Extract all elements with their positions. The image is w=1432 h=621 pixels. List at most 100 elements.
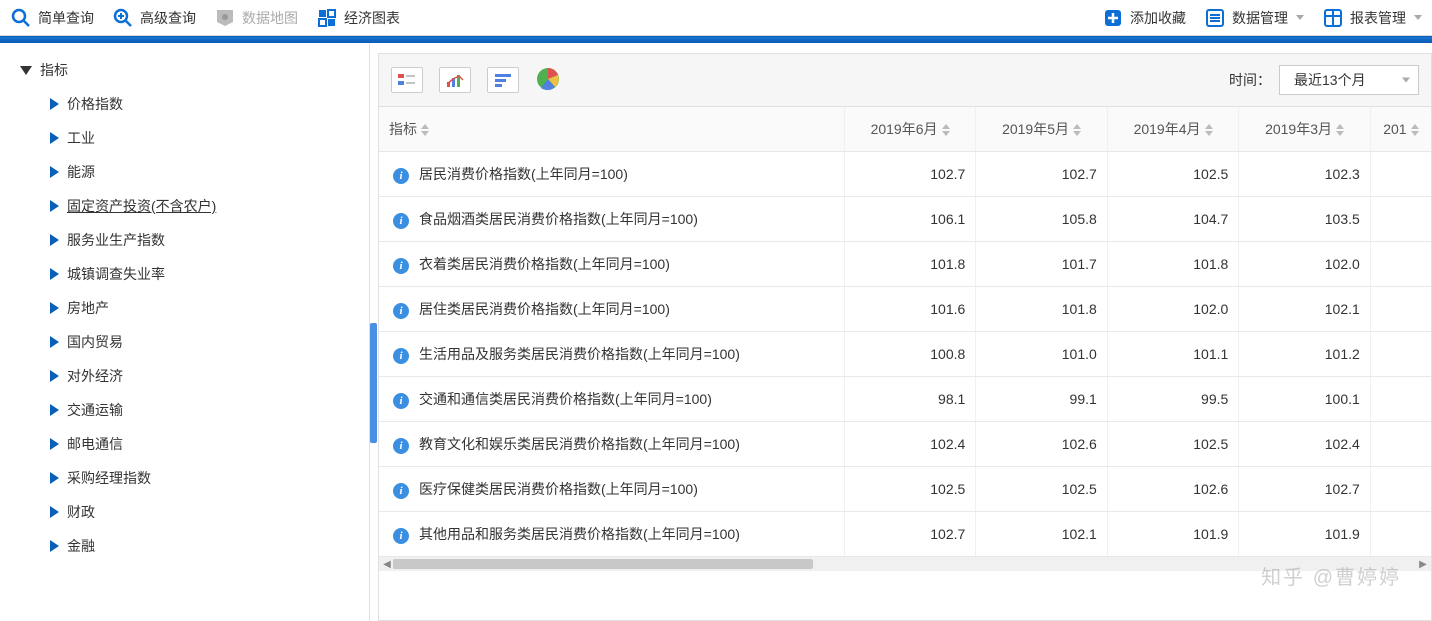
time-range-select[interactable]: 最近13个月 [1279,65,1419,95]
column-header[interactable]: 指标 [379,107,844,152]
pie-chart-button[interactable] [535,66,561,95]
info-icon[interactable]: i [393,213,409,229]
column-header[interactable]: 2019年6月 [844,107,976,152]
tree-item-label: 城镇调查失业率 [67,264,165,284]
tree-item[interactable]: 房地产 [50,291,369,325]
toolbar-econ-chart[interactable]: 经济图表 [316,7,400,29]
sort-icon [942,124,950,136]
info-icon[interactable]: i [393,303,409,319]
value-cell: 101.9 [1107,512,1239,557]
tree-item[interactable]: 固定资产投资(不含农户) [50,189,369,223]
tree-item[interactable]: 工业 [50,121,369,155]
indicator-cell[interactable]: i居住类居民消费价格指数(上年同月=100) [379,287,844,332]
plus-icon [1102,7,1124,29]
value-cell [1370,467,1431,512]
sort-icon [1336,124,1344,136]
indicator-cell[interactable]: i 教育文化和娱乐类居民消费价格指数(上年同月=100) [379,422,844,467]
tree-item[interactable]: 采购经理指数 [50,461,369,495]
table-row: i食品烟酒类居民消费价格指数(上年同月=100)106.1105.8104.71… [379,197,1431,242]
value-cell: 102.6 [1107,467,1239,512]
column-header[interactable]: 201 [1370,107,1431,152]
tree-item[interactable]: 金融 [50,529,369,563]
data-table-wrap: 指标 2019年6月 2019年5月2019年4月2019年3月201 i居民消费价… [378,107,1432,621]
value-cell: 105.8 [976,197,1108,242]
expand-icon [50,472,59,484]
top-toolbar: 简单查询 高级查询数据地图经济图表 添加收藏数据管理报表管理 [0,0,1432,36]
toolbar-report-mgmt[interactable]: 报表管理 [1322,7,1422,29]
column-header[interactable]: 2019年5月 [976,107,1108,152]
value-cell: 102.0 [1239,242,1371,287]
value-cell [1370,152,1431,197]
indicator-cell[interactable]: i衣着类居民消费价格指数(上年同月=100) [379,242,844,287]
search-icon [10,7,32,29]
tree-item-label: 财政 [67,502,95,522]
info-icon[interactable]: i [393,348,409,364]
toolbar-add-fav[interactable]: 添加收藏 [1102,7,1186,29]
column-header[interactable]: 2019年3月 [1239,107,1371,152]
tree-item[interactable]: 对外经济 [50,359,369,393]
info-icon[interactable]: i [393,168,409,184]
value-cell [1370,287,1431,332]
value-cell: 100.8 [844,332,976,377]
scroll-left-icon[interactable]: ◀ [381,559,393,569]
chevron-down-icon [1414,15,1422,20]
tree-item[interactable]: 服务业生产指数 [50,223,369,257]
tree-item[interactable]: 交通运输 [50,393,369,427]
data-table: 指标 2019年6月 2019年5月2019年4月2019年3月201 i居民消费价… [379,107,1431,557]
indicator-cell[interactable]: i 生活用品及服务类居民消费价格指数(上年同月=100) [379,332,844,377]
indicator-cell[interactable]: i医疗保健类居民消费价格指数(上年同月=100) [379,467,844,512]
indicator-name: 教育文化和娱乐类居民消费价格指数(上年同月=100) [419,436,740,452]
scrollbar-thumb[interactable] [393,559,813,569]
chart-toolbar: 时间： 最近13个月 [378,53,1432,107]
value-cell: 101.6 [844,287,976,332]
table-row: i交通和通信类居民消费价格指数(上年同月=100)98.199.199.5100… [379,377,1431,422]
info-icon[interactable]: i [393,438,409,454]
indicator-cell[interactable]: i交通和通信类居民消费价格指数(上年同月=100) [379,377,844,422]
value-cell: 102.7 [844,512,976,557]
expand-icon [50,336,59,348]
indicator-name: 生活用品及服务类居民消费价格指数(上年同月=100) [419,346,740,362]
horizontal-scrollbar[interactable]: ◀ ▶ [379,557,1431,571]
tree-item-label: 价格指数 [67,94,123,114]
info-icon[interactable]: i [393,258,409,274]
tree-root-node[interactable]: 指标 [20,53,369,87]
bar-chart-button[interactable] [487,67,519,93]
value-cell: 99.5 [1107,377,1239,422]
column-label: 2019年6月 [871,121,938,137]
value-cell: 102.5 [1107,152,1239,197]
value-cell: 102.7 [976,152,1108,197]
value-cell: 102.1 [976,512,1108,557]
tree-root-label: 指标 [40,60,68,80]
toolbar-data-map: 数据地图 [214,7,298,29]
tree-item[interactable]: 邮电通信 [50,427,369,461]
indicator-cell[interactable]: i居民消费价格指数(上年同月=100) [379,152,844,197]
tree-item-label: 交通运输 [67,400,123,420]
expand-icon [50,132,59,144]
column-header[interactable]: 2019年4月 [1107,107,1239,152]
info-icon[interactable]: i [393,528,409,544]
tree-item[interactable]: 财政 [50,495,369,529]
tree-item[interactable]: 价格指数 [50,87,369,121]
value-cell: 102.7 [1239,467,1371,512]
indicator-cell[interactable]: i其他用品和服务类居民消费价格指数(上年同月=100) [379,512,844,557]
tree-item-label: 采购经理指数 [67,468,151,488]
indicator-cell[interactable]: i食品烟酒类居民消费价格指数(上年同月=100) [379,197,844,242]
toolbar-data-mgmt[interactable]: 数据管理 [1204,7,1304,29]
line-chart-button[interactable] [439,67,471,93]
tree-item[interactable]: 城镇调查失业率 [50,257,369,291]
tree-item[interactable]: 国内贸易 [50,325,369,359]
value-cell: 104.7 [1107,197,1239,242]
expand-icon [50,166,59,178]
table-row: i其他用品和服务类居民消费价格指数(上年同月=100)102.7102.1101… [379,512,1431,557]
splitter-handle[interactable] [370,323,377,443]
toolbar-advanced-query[interactable]: 高级查询 [112,7,196,29]
toolbar-simple-query[interactable]: 简单查询 [10,7,94,29]
tree-item[interactable]: 能源 [50,155,369,189]
legend-button[interactable] [391,67,423,93]
table-row: i生活用品及服务类居民消费价格指数(上年同月=100)100.8101.0101… [379,332,1431,377]
toolbar-label: 高级查询 [140,8,196,28]
info-icon[interactable]: i [393,393,409,409]
scroll-right-icon[interactable]: ▶ [1417,559,1429,569]
info-icon[interactable]: i [393,483,409,499]
value-cell: 106.1 [844,197,976,242]
